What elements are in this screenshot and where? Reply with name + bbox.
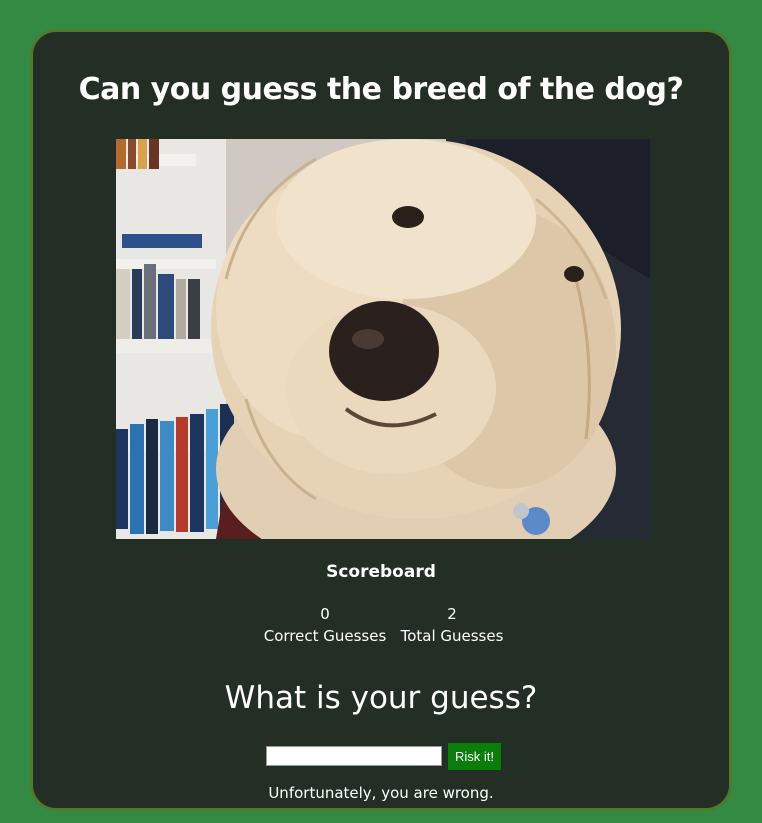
dog-photo-illustration: [116, 139, 650, 539]
total-guesses-stat: 2 Total Guesses: [397, 603, 507, 647]
dog-photo: [116, 139, 650, 539]
total-guesses-value: 2: [447, 605, 457, 623]
risk-it-button[interactable]: Risk it!: [448, 743, 501, 770]
quiz-card: Can you guess the breed of the dog? Scor…: [30, 29, 732, 811]
correct-guesses-value: 0: [320, 605, 330, 623]
guess-heading: What is your guess?: [224, 680, 538, 716]
correct-guesses-label: Correct Guesses: [263, 627, 387, 645]
result-message: Unfortunately, you are wrong.: [268, 784, 494, 802]
correct-guesses-stat: 0 Correct Guesses: [261, 603, 389, 647]
page-title: Can you guess the breed of the dog?: [78, 72, 684, 107]
scoreboard-title: Scoreboard: [326, 562, 436, 582]
total-guesses-label: Total Guesses: [400, 627, 504, 645]
guess-input[interactable]: [266, 746, 442, 766]
